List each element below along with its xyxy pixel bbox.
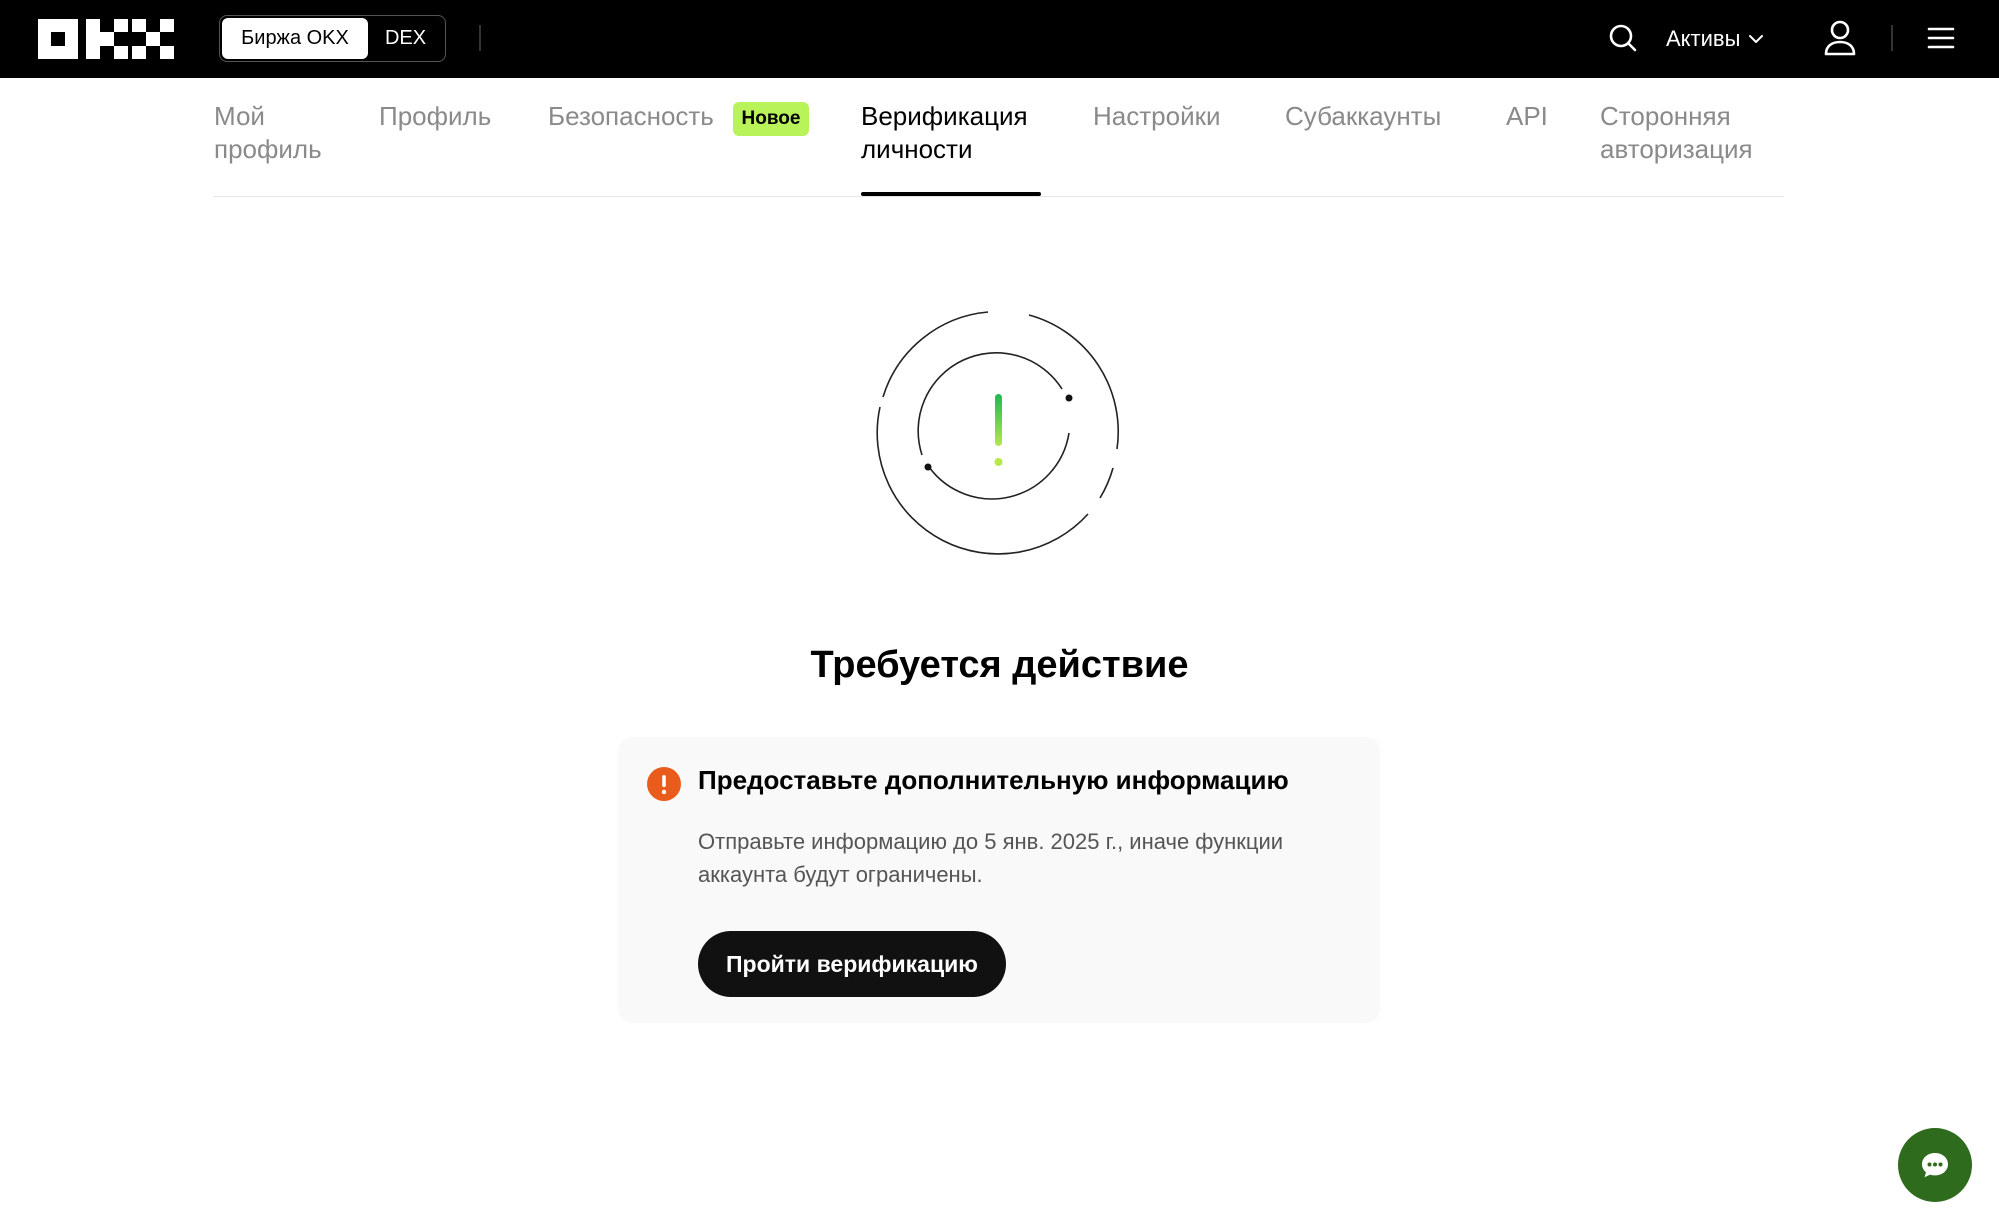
tab-my-profile[interactable]: Мой профиль [214,100,322,166]
chevron-down-icon [1749,35,1764,43]
warning-icon [647,767,681,801]
tab-api[interactable]: API [1506,100,1548,133]
top-navigation-bar: Биржа OKX DEX Активы [0,0,1999,78]
tab-security[interactable]: Безопасность [548,100,714,133]
card-description: Отправьте информацию до 5 янв. 2025 г., … [698,829,1284,887]
action-required-card: Предоставьте дополнительную информацию О… [618,737,1380,1023]
user-icon[interactable] [1823,19,1857,57]
header-divider [479,25,481,51]
support-chat-button[interactable] [1898,1128,1972,1202]
dex-option[interactable]: DEX [368,18,443,59]
exchange-option[interactable]: Биржа OKX [222,18,368,59]
active-tab-indicator [861,192,1041,196]
assets-label: Активы [1666,26,1741,51]
search-icon[interactable] [1607,22,1639,54]
start-verification-button[interactable]: Пройти верификацию [698,931,1006,997]
tab-subaccounts[interactable]: Субаккаунты [1285,100,1441,133]
okx-logo[interactable] [38,19,174,59]
new-badge: Новое [733,102,809,136]
tab-profile[interactable]: Профиль [379,100,491,133]
tab-third-party-authorization[interactable]: Сторонняя авторизация [1600,100,1753,166]
card-title: Предоставьте дополнительную информацию [698,765,1289,795]
chat-icon [1922,1153,1948,1178]
attention-illustration-icon [876,311,1120,555]
tab-settings[interactable]: Настройки [1093,100,1221,133]
page-title: Требуется действие [810,644,1189,686]
assets-menu[interactable]: Активы [1666,24,1764,54]
exchange-dex-switch: Биржа OKX DEX [219,15,446,62]
header-divider-right [1891,25,1893,51]
tab-identity-verification[interactable]: Верификация личности [861,100,1028,166]
account-tabs: Мой профиль Профиль Безопасность Новое В… [214,78,1784,197]
menu-icon[interactable] [1927,25,1955,51]
